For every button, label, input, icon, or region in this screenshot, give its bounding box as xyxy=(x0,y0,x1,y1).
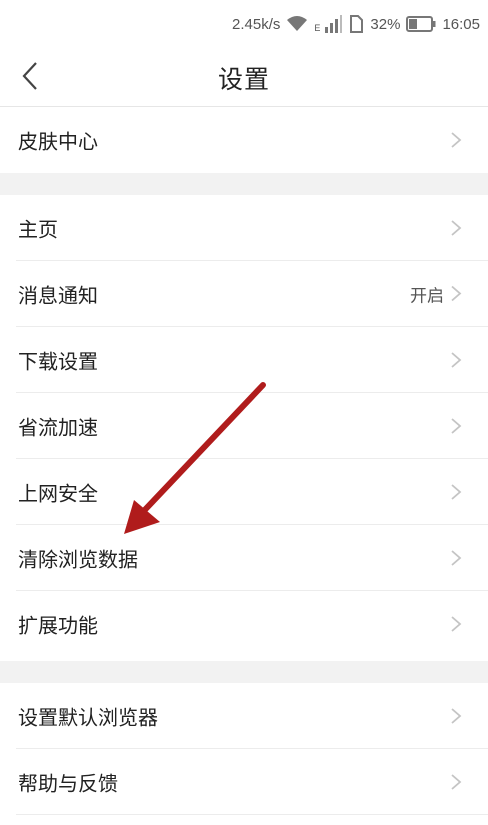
settings-item-browsing-security[interactable]: 上网安全 xyxy=(16,459,488,525)
wifi-icon xyxy=(286,15,308,33)
settings-item-label: 设置默认浏览器 xyxy=(18,705,158,729)
chevron-right-icon xyxy=(451,549,462,566)
settings-item-label: 主页 xyxy=(18,217,58,241)
settings-item-homepage[interactable]: 主页 xyxy=(16,195,488,261)
settings-item-label: 皮肤中心 xyxy=(18,129,98,154)
settings-item-default-browser[interactable]: 设置默认浏览器 xyxy=(16,683,488,749)
chevron-right-icon xyxy=(451,417,462,434)
network-type-label: E xyxy=(314,23,321,33)
settings-item-label: 帮助与反馈 xyxy=(18,771,118,795)
section-divider xyxy=(0,173,488,195)
settings-section-skin: 皮肤中心 xyxy=(0,107,488,173)
status-bar: 2.45k/s E 32% 16:05 xyxy=(0,0,488,48)
chevron-right-icon xyxy=(451,219,462,236)
chevron-right-icon xyxy=(451,773,462,790)
chevron-right-icon xyxy=(451,483,462,500)
chevron-right-icon xyxy=(451,616,462,632)
settings-item-extensions[interactable]: 扩展功能 xyxy=(16,591,488,657)
clock: 16:05 xyxy=(442,15,480,33)
sim-icon xyxy=(348,15,364,33)
settings-section-main: 主页 消息通知 开启 下载设置 省流加速 上网安全 清除浏览数据 扩展功能 xyxy=(0,195,488,657)
notifications-status: 开启 xyxy=(410,286,444,306)
section-divider xyxy=(0,661,488,683)
battery-percent: 32% xyxy=(370,15,401,33)
chevron-right-icon xyxy=(451,707,462,724)
settings-item-label: 下载设置 xyxy=(18,349,98,373)
settings-item-clear-browsing-data[interactable]: 清除浏览数据 xyxy=(16,525,488,591)
settings-item-label: 消息通知 xyxy=(18,283,98,307)
page-title: 设置 xyxy=(217,65,270,94)
signal-icon: E xyxy=(314,15,343,33)
header: 设置 xyxy=(0,48,488,107)
settings-item-skin-center[interactable]: 皮肤中心 xyxy=(16,107,488,173)
battery-icon xyxy=(406,16,436,32)
settings-item-data-saver[interactable]: 省流加速 xyxy=(16,393,488,459)
network-speed: 2.45k/s xyxy=(232,15,281,33)
settings-item-label: 省流加速 xyxy=(18,415,98,439)
chevron-right-icon xyxy=(451,132,462,148)
settings-section-other: 设置默认浏览器 帮助与反馈 xyxy=(0,683,488,815)
status-right: 2.45k/s E 32% 16:05 xyxy=(232,12,480,36)
settings-item-download-settings[interactable]: 下载设置 xyxy=(16,327,488,393)
chevron-right-icon xyxy=(451,351,462,368)
settings-item-notifications[interactable]: 消息通知 开启 xyxy=(16,261,488,327)
settings-item-label: 上网安全 xyxy=(18,481,98,505)
settings-item-label: 清除浏览数据 xyxy=(18,547,138,571)
settings-item-label: 扩展功能 xyxy=(18,613,98,638)
settings-item-help-feedback[interactable]: 帮助与反馈 xyxy=(16,749,488,815)
chevron-right-icon xyxy=(451,285,462,302)
